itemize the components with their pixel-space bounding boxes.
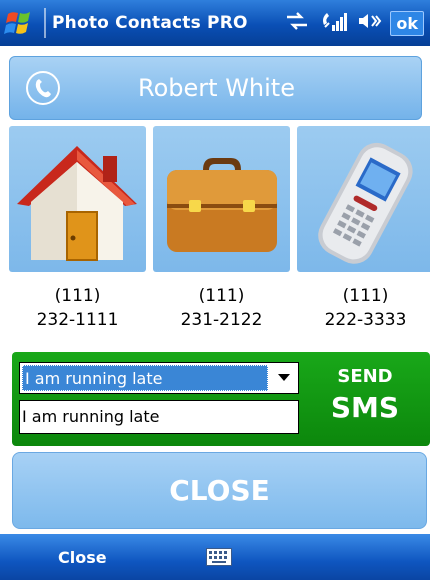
close-softkey[interactable]: Close bbox=[58, 548, 107, 567]
sms-template-dropdown[interactable]: I am running late bbox=[19, 362, 299, 394]
home-number-area: (111) bbox=[54, 286, 101, 306]
contact-header[interactable]: Robert White bbox=[9, 56, 422, 120]
signal-strength-icon[interactable] bbox=[318, 9, 348, 37]
mobile-number-local: 222-3333 bbox=[324, 310, 407, 330]
send-label: SEND bbox=[337, 366, 393, 387]
keyboard-icon[interactable] bbox=[206, 548, 232, 566]
home-number[interactable]: (111) 232-1111 bbox=[9, 284, 146, 332]
phone-numbers: (111) 232-1111 (111) 231-2122 (111) 222-… bbox=[9, 284, 422, 344]
title-bar: Photo Contacts PRO ok bbox=[0, 0, 430, 46]
close-button[interactable]: CLOSE bbox=[12, 452, 427, 529]
chevron-down-icon[interactable] bbox=[270, 363, 298, 393]
softkey-bar: Close bbox=[0, 534, 430, 580]
briefcase-icon bbox=[167, 158, 277, 252]
ok-button[interactable]: ok bbox=[390, 10, 424, 36]
mobile-number[interactable]: (111) 222-3333 bbox=[297, 284, 430, 332]
sms-template-selected: I am running late bbox=[22, 365, 268, 391]
tile-mobile[interactable] bbox=[297, 126, 430, 272]
home-number-local: 232-1111 bbox=[36, 310, 119, 330]
windows-start-icon[interactable] bbox=[0, 0, 40, 46]
work-number-local: 231-2122 bbox=[180, 310, 263, 330]
work-number[interactable]: (111) 231-2122 bbox=[153, 284, 290, 332]
volume-icon[interactable] bbox=[356, 10, 382, 36]
tile-home[interactable] bbox=[9, 126, 146, 272]
contact-name: Robert White bbox=[138, 74, 295, 102]
tile-work[interactable] bbox=[153, 126, 290, 272]
app-title: Photo Contacts PRO bbox=[52, 13, 248, 33]
phone-type-tiles bbox=[9, 126, 430, 272]
mobile-number-area: (111) bbox=[342, 286, 389, 306]
mobile-phone-icon bbox=[318, 142, 413, 264]
home-icon bbox=[17, 146, 137, 261]
sms-message-field[interactable]: I am running late bbox=[19, 400, 299, 434]
sms-label: SMS bbox=[330, 391, 400, 424]
phone-handset-icon bbox=[26, 71, 60, 105]
status-icons: ok bbox=[284, 9, 426, 37]
connectivity-icon[interactable] bbox=[284, 10, 310, 36]
title-separator bbox=[44, 8, 46, 38]
main-content: Robert White (111) 232-1111 (111) 231-21… bbox=[0, 46, 430, 534]
sms-panel: I am running late I am running late SEND… bbox=[12, 352, 430, 446]
work-number-area: (111) bbox=[198, 286, 245, 306]
send-sms-button[interactable]: SEND SMS bbox=[304, 356, 426, 442]
